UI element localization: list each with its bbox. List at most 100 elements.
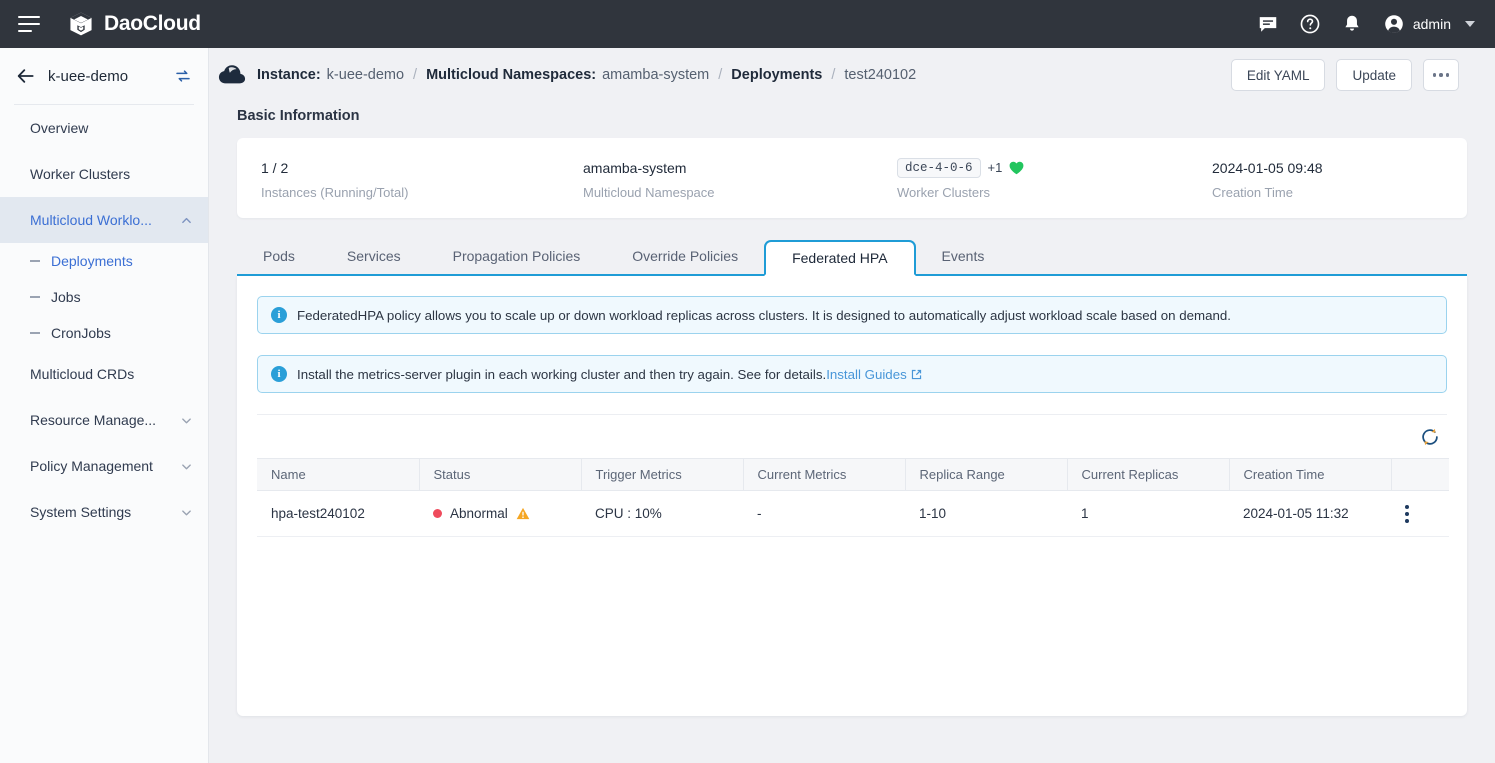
column-header-replica-range: Replica Range	[905, 459, 1067, 491]
sidebar-item-worker-clusters[interactable]: Worker Clusters	[0, 151, 208, 197]
tab-federated-hpa[interactable]: Federated HPA	[764, 240, 915, 276]
sidebar-item-label: Deployments	[51, 253, 133, 269]
refresh-icon[interactable]	[1419, 426, 1441, 448]
info-value: 1 / 2	[261, 157, 559, 179]
table-toolbar	[257, 414, 1447, 458]
sidebar-item-overview[interactable]: Overview	[0, 105, 208, 151]
chevron-down-icon	[1465, 21, 1475, 27]
table-header: Name Status Trigger Metrics Current Metr…	[257, 459, 1449, 491]
breadcrumb-current: test240102	[844, 67, 916, 83]
help-icon[interactable]	[1299, 13, 1321, 35]
breadcrumb-separator: /	[831, 67, 835, 83]
info-value: 2024-01-05 09:48	[1212, 157, 1323, 179]
breadcrumb-instance-value[interactable]: k-uee-demo	[327, 67, 404, 83]
install-guides-link[interactable]: Install Guides	[826, 367, 907, 382]
sidebar-item-policy-management[interactable]: Policy Management	[0, 443, 208, 489]
chevron-down-icon	[181, 415, 192, 426]
sidebar-item-label: Multicloud Worklo...	[30, 212, 152, 228]
daocloud-cube-icon	[68, 11, 94, 37]
hpa-table: Name Status Trigger Metrics Current Metr…	[257, 458, 1449, 537]
sidebar-item-jobs[interactable]: Jobs	[0, 279, 208, 315]
table-body: hpa-test240102 Abnormal	[257, 491, 1449, 537]
sidebar-item-label: CronJobs	[51, 325, 111, 341]
warning-icon[interactable]	[516, 507, 530, 520]
info-value: dce-4-0-6 +1	[897, 157, 1188, 179]
hamburger-icon[interactable]	[18, 16, 40, 32]
sidebar-item-system-settings[interactable]: System Settings	[0, 489, 208, 535]
status-badge: Abnormal	[433, 506, 581, 521]
sidebar-item-multicloud-crds[interactable]: Multicloud CRDs	[0, 351, 208, 397]
sidebar-item-label: Jobs	[51, 289, 81, 305]
chevron-up-icon	[181, 215, 192, 226]
breadcrumb-namespace-value[interactable]: amamba-system	[602, 67, 709, 83]
column-header-actions	[1391, 459, 1449, 491]
ellipsis-icon	[1433, 73, 1450, 77]
brand-logo-link[interactable]: DaoCloud	[68, 11, 201, 37]
avatar	[1383, 13, 1405, 35]
info-field-worker-clusters: dce-4-0-6 +1 Worker Clusters	[873, 157, 1188, 200]
message-icon[interactable]	[1257, 13, 1279, 35]
tab-events[interactable]: Events	[916, 238, 1011, 274]
cell-creation-time: 2024-01-05 11:32	[1229, 491, 1391, 537]
sidebar-item-resource-management[interactable]: Resource Manage...	[0, 397, 208, 443]
alert-metrics-server: i Install the metrics-server plugin in e…	[257, 355, 1447, 393]
sidebar-header: k-uee-demo	[0, 48, 208, 104]
cluster-tag[interactable]: dce-4-0-6	[897, 158, 981, 178]
update-button[interactable]: Update	[1336, 59, 1412, 91]
info-field-creation-time: 2024-01-05 09:48 Creation Time	[1188, 157, 1323, 200]
info-label: Worker Clusters	[897, 185, 1188, 200]
back-arrow-icon[interactable]	[16, 66, 36, 86]
page-actions: Edit YAML Update	[1231, 59, 1459, 91]
cell-name: hpa-test240102	[257, 491, 419, 537]
cell-current-metrics: -	[743, 491, 905, 537]
sidebar-item-label: Resource Manage...	[30, 412, 156, 428]
breadcrumb-separator: /	[413, 67, 417, 83]
federated-hpa-panel: i FederatedHPA policy allows you to scal…	[237, 276, 1467, 716]
cloud-icon	[217, 61, 247, 89]
dash-icon	[30, 260, 40, 262]
tab-propagation-policies[interactable]: Propagation Policies	[427, 238, 607, 274]
column-header-name: Name	[257, 459, 419, 491]
sidebar-item-deployments[interactable]: Deployments	[0, 243, 208, 279]
breadcrumb-deployments[interactable]: Deployments	[731, 67, 822, 83]
info-label: Instances (Running/Total)	[261, 185, 559, 200]
more-actions-button[interactable]	[1423, 59, 1459, 91]
info-icon: i	[271, 366, 287, 382]
breadcrumb-instance-label: Instance:	[257, 67, 321, 83]
info-field-instances: 1 / 2 Instances (Running/Total)	[237, 157, 559, 200]
row-actions-menu-icon[interactable]	[1405, 505, 1409, 523]
bell-icon[interactable]	[1341, 13, 1363, 35]
tab-override-policies[interactable]: Override Policies	[606, 238, 764, 274]
tab-pods[interactable]: Pods	[237, 238, 321, 274]
external-link-icon[interactable]	[911, 369, 922, 380]
column-header-creation-time: Creation Time	[1229, 459, 1391, 491]
breadcrumb: Instance: k-uee-demo / Multicloud Namesp…	[257, 67, 916, 83]
basic-information-card: 1 / 2 Instances (Running/Total) amamba-s…	[237, 138, 1467, 218]
info-label: Multicloud Namespace	[583, 185, 873, 200]
sidebar-item-multicloud-workloads[interactable]: Multicloud Worklo...	[0, 197, 208, 243]
cluster-overflow-count[interactable]: +1	[988, 160, 1003, 175]
info-label: Creation Time	[1212, 185, 1323, 200]
user-menu[interactable]: admin	[1383, 13, 1475, 35]
tabs-and-content: Pods Services Propagation Policies Overr…	[237, 240, 1467, 716]
table-row[interactable]: hpa-test240102 Abnormal	[257, 491, 1449, 537]
sidebar-item-label: Multicloud CRDs	[30, 366, 134, 382]
sidebar-item-cronjobs[interactable]: CronJobs	[0, 315, 208, 351]
alert-text: FederatedHPA policy allows you to scale …	[297, 308, 1231, 323]
column-header-trigger-metrics: Trigger Metrics	[581, 459, 743, 491]
sidebar: k-uee-demo Overview Worker Clusters Mult…	[0, 48, 209, 763]
cell-status: Abnormal	[419, 491, 581, 537]
edit-yaml-button[interactable]: Edit YAML	[1231, 59, 1326, 91]
dash-icon	[30, 296, 40, 298]
heart-health-icon	[1009, 161, 1024, 175]
chevron-down-icon	[181, 507, 192, 518]
dash-icon	[30, 332, 40, 334]
tab-services[interactable]: Services	[321, 238, 427, 274]
cell-trigger-metrics: CPU : 10%	[581, 491, 743, 537]
sidebar-cluster-title: k-uee-demo	[48, 68, 128, 85]
status-text: Abnormal	[450, 506, 508, 521]
sidebar-item-label: Policy Management	[30, 458, 153, 474]
cell-actions	[1391, 491, 1449, 537]
top-navigation-bar: DaoCloud admin	[0, 0, 1495, 48]
switch-cluster-icon[interactable]	[174, 67, 192, 85]
